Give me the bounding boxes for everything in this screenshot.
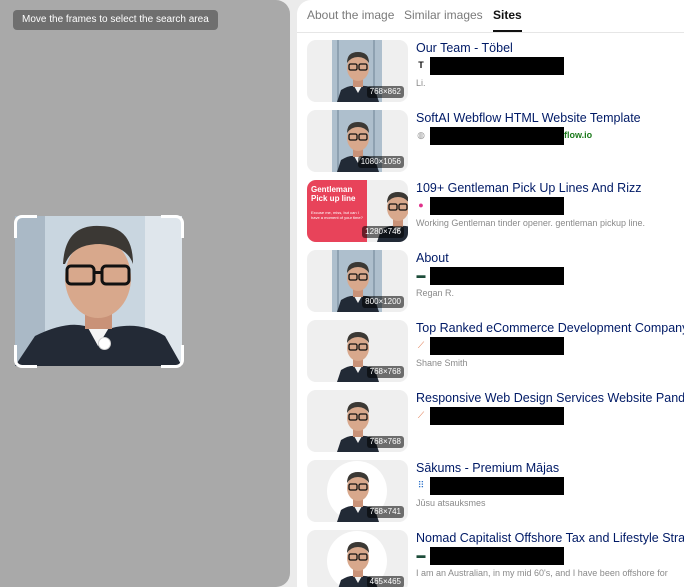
result-item[interactable]: 768×741 Sākums - Premium Mājas ⠿ Jūsu atsau… — [297, 460, 684, 526]
redacted-domain — [430, 477, 564, 495]
image-size-badge: 1080×1056 — [357, 156, 404, 168]
redacted-domain — [430, 547, 564, 565]
result-item[interactable]: 768×768 Responsive Web Design Services We… — [297, 390, 684, 456]
result-thumbnail[interactable]: 800×1200 — [307, 250, 408, 312]
result-title-link[interactable]: Sākums - Premium Mājas — [416, 460, 559, 476]
redacted-domain — [430, 337, 564, 355]
result-description: I am an Australian, in my mid 60's, and … — [416, 568, 668, 578]
result-thumbnail[interactable]: 768×741 — [307, 460, 408, 522]
image-size-badge: 1280×746 — [362, 226, 404, 238]
result-title-link[interactable]: Top Ranked eCommerce Development Company — [416, 320, 684, 336]
redacted-domain — [430, 407, 564, 425]
crop-handle-bottom-right[interactable] — [161, 345, 184, 368]
result-title-link[interactable]: Our Team - Töbel — [416, 40, 513, 56]
image-size-badge: 768×768 — [366, 366, 404, 378]
result-item[interactable]: 465×465 Nomad Capitalist Offshore Tax and… — [297, 530, 684, 587]
image-size-badge: 800×1200 — [362, 296, 404, 308]
chat-icon: ● — [418, 200, 424, 210]
result-description: Jūsu atsauksmes — [416, 498, 486, 508]
globe-icon: ◍ — [417, 130, 425, 140]
result-item[interactable]: Gentleman Pick up line Excuse me, miss, b… — [297, 180, 684, 246]
redacted-domain — [430, 197, 564, 215]
result-description: Working Gentleman tinder opener. gentlem… — [416, 218, 645, 228]
crop-panel: Move the frames to select the search are… — [0, 0, 290, 587]
grid-icon: ⠿ — [417, 480, 425, 490]
domain-suffix[interactable]: flow.io — [564, 130, 592, 140]
redacted-domain — [430, 127, 564, 145]
image-size-badge: 768×862 — [366, 86, 404, 98]
crop-handle-bottom-left[interactable] — [14, 345, 37, 368]
redacted-domain — [430, 267, 564, 285]
tab-sites[interactable]: Sites — [493, 8, 522, 32]
image-size-badge: 465×465 — [366, 576, 404, 587]
crop-center-handle[interactable] — [98, 337, 111, 350]
result-thumbnail[interactable]: 1080×1056 — [307, 110, 408, 172]
crop-handle-top-right[interactable] — [161, 215, 184, 238]
result-item[interactable]: 768×862 Our Team - Töbel T Li. — [297, 40, 684, 106]
tab-bar: About the image Similar images Sites — [297, 0, 684, 33]
results-panel: About the image Similar images Sites 768… — [297, 0, 684, 587]
result-item[interactable]: 768×768 Top Ranked eCommerce Development … — [297, 320, 684, 386]
result-description: Shane Smith — [416, 358, 468, 368]
redacted-domain — [430, 57, 564, 75]
result-thumbnail[interactable]: 768×862 — [307, 40, 408, 102]
tab-similar-images[interactable]: Similar images — [404, 8, 483, 22]
link-icon: ⟋ — [417, 340, 425, 350]
result-item[interactable]: 800×1200 About ▬ Regan R. — [297, 250, 684, 316]
tab-about-the-image[interactable]: About the image — [307, 8, 394, 22]
image-size-badge: 768×741 — [366, 506, 404, 518]
result-title-link[interactable]: 109+ Gentleman Pick Up Lines And Rizz — [416, 180, 641, 196]
link-icon: ⟋ — [417, 410, 425, 420]
result-thumbnail[interactable]: Gentleman Pick up line Excuse me, miss, b… — [307, 180, 408, 242]
result-item[interactable]: 1080×1056 SoftAI Webflow HTML Website Tem… — [297, 110, 684, 176]
image-size-badge: 768×768 — [366, 436, 404, 448]
result-description: Li. — [416, 78, 426, 88]
flag-icon: ▬ — [416, 550, 426, 560]
result-thumbnail[interactable]: 768×768 — [307, 320, 408, 382]
crop-hint: Move the frames to select the search are… — [13, 10, 218, 30]
site-favicon: T — [418, 60, 424, 70]
result-description: Regan R. — [416, 288, 455, 298]
flag-icon: ▬ — [416, 270, 426, 280]
result-title-link[interactable]: SoftAI Webflow HTML Website Template — [416, 110, 641, 126]
result-title-link[interactable]: Responsive Web Design Services Website P… — [416, 390, 684, 406]
result-title-link[interactable]: Nomad Capitalist Offshore Tax and Lifest… — [416, 530, 684, 546]
result-title-link[interactable]: About — [416, 250, 449, 266]
crop-handle-top-left[interactable] — [14, 215, 37, 238]
result-thumbnail[interactable]: 768×768 — [307, 390, 408, 452]
result-thumbnail[interactable]: 465×465 — [307, 530, 408, 587]
